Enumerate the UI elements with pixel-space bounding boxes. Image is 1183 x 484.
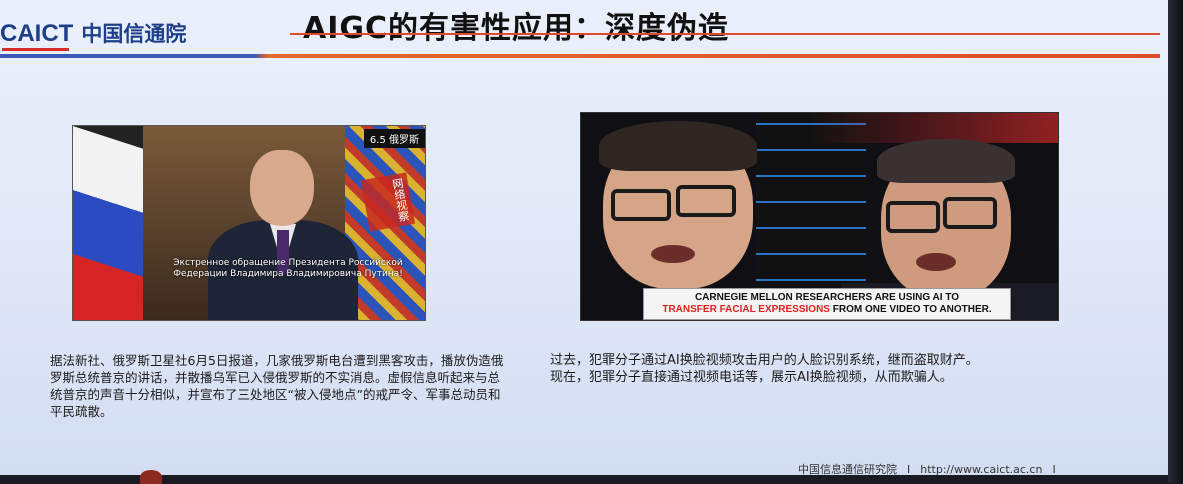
- audience-head: [140, 470, 162, 484]
- glasses-icon: [676, 185, 736, 217]
- caict-logo: CAICT 中国信通院: [0, 20, 186, 51]
- speaker-head: [250, 150, 314, 226]
- slide-title: AIGC的有害性应用：深度伪造: [303, 11, 730, 46]
- face-swap-video: CARNEGIE MELLON RESEARCHERS ARE USING AI…: [580, 112, 1059, 321]
- video-subtitle: Экстренное обращение Президента Российск…: [173, 258, 403, 279]
- slide: CAICT 中国信通院 AIGC的有害性应用：深度伪造 6.5 俄罗斯 网络视察…: [0, 0, 1168, 475]
- channel-badge: 6.5 俄罗斯: [363, 129, 425, 148]
- header-divider: [0, 54, 1160, 58]
- fake-putin-video: 6.5 俄罗斯 网络视察 Экстренное обращение Презид…: [72, 125, 426, 321]
- speaker-figure: [208, 150, 358, 320]
- glasses-icon: [943, 197, 997, 229]
- caption-line-2: TRANSFER FACIAL EXPRESSIONS FROM ONE VID…: [648, 304, 1006, 316]
- russian-flag: [73, 126, 148, 320]
- mouth-left: [651, 245, 695, 263]
- face-swap-description: 过去，犯罪分子通过AI换脸视频攻击用户的人脸识别系统，继而盗取财产。 现在，犯罪…: [550, 352, 1150, 386]
- putin-deepfake-description: 据法新社、俄罗斯卫星社6月5日报道，几家俄罗斯电台遭到黑客攻击，播放伪造俄罗斯总…: [50, 353, 504, 419]
- caption-rest: FROM ONE VIDEO TO ANOTHER.: [829, 304, 992, 315]
- logo-chinese: 中国信通院: [81, 22, 187, 46]
- present-line: 现在，犯罪分子直接通过视频电话等，展示AI换脸视频，从而欺骗人。: [550, 370, 953, 385]
- host-hair-left: [599, 121, 757, 171]
- mouth-right: [916, 253, 956, 271]
- screen-edge: [1168, 0, 1183, 483]
- footer-url: http://www.caict.ac.cn: [920, 463, 1043, 475]
- caption-line-1: CARNEGIE MELLON RESEARCHERS ARE USING AI…: [694, 292, 960, 303]
- footer-separator: I: [907, 463, 911, 475]
- footer: 中国信息通信研究院 Ihttp://www.caict.ac.cn I: [798, 461, 1066, 475]
- glasses-icon: [886, 201, 940, 233]
- caption-highlight: TRANSFER FACIAL EXPRESSIONS: [662, 304, 830, 315]
- glasses-icon: [611, 189, 671, 221]
- past-line: 过去，犯罪分子通过AI换脸视频攻击用户的人脸识别系统，继而盗取财产。: [550, 353, 979, 368]
- logo-english: CAICT: [0, 20, 74, 51]
- title-underline: [290, 33, 1160, 35]
- host-hair-right: [877, 139, 1015, 183]
- footer-org: 中国信息通信研究院: [798, 463, 897, 475]
- watermark-seal: 网络视察: [360, 172, 416, 232]
- footer-end-mark: I: [1052, 463, 1056, 475]
- news-caption: CARNEGIE MELLON RESEARCHERS ARE USING AI…: [643, 288, 1011, 320]
